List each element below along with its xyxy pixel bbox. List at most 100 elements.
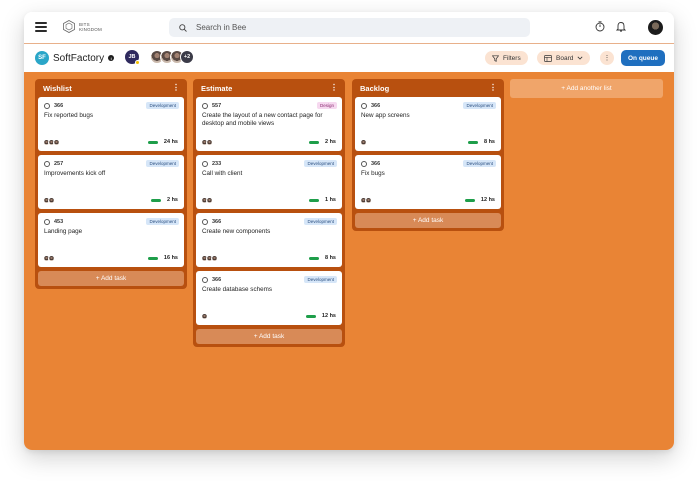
on-queue-button[interactable]: On queue <box>621 50 665 66</box>
progress-bar <box>308 256 319 260</box>
task-title: Fix bugs <box>361 170 385 177</box>
task-number: 366 <box>212 219 222 225</box>
task-number: 366 <box>212 277 222 283</box>
list-header: Wishlist ⋮ <box>38 79 184 97</box>
task-tag: Development <box>304 218 337 225</box>
filters-label: Filters <box>503 54 521 62</box>
list-header: Estimate ⋮ <box>196 79 342 97</box>
hamburger-menu-icon[interactable] <box>35 22 47 32</box>
task-tag: Development <box>146 102 179 109</box>
task-number: 366 <box>54 103 64 109</box>
task-card[interactable]: 366 Development Create database schems 1… <box>196 271 342 325</box>
hexagon-logo-icon <box>63 20 75 33</box>
project-badge: SF <box>35 51 49 65</box>
list-menu-icon[interactable]: ⋮ <box>489 84 497 92</box>
search-icon <box>179 23 187 32</box>
info-icon[interactable]: i <box>108 55 115 61</box>
progress-bar <box>464 198 475 202</box>
avatar <box>360 139 367 146</box>
task-card[interactable]: 257 Development Improvements kick off 2 … <box>38 155 184 209</box>
more-options-button[interactable]: ⋮ <box>600 51 614 65</box>
timer-icon[interactable] <box>595 21 605 32</box>
task-id: 453 <box>44 219 63 225</box>
task-number: 453 <box>54 219 64 225</box>
avatar <box>53 139 60 146</box>
list-wishlist: Wishlist ⋮ 366 Development Fix reported … <box>35 79 187 289</box>
task-title: Call with client <box>202 170 243 177</box>
avatar <box>201 313 208 320</box>
task-card[interactable]: 366 Development Fix reported bugs 24 hs <box>38 97 184 151</box>
task-assignees <box>201 139 213 146</box>
top-bar: BITS KINGDOM <box>24 12 674 44</box>
progress-bar <box>150 198 161 202</box>
task-card[interactable]: 453 Development Landing page 16 hs <box>38 213 184 267</box>
task-estimate: 2 hs <box>150 197 178 203</box>
avatar <box>211 255 218 262</box>
lock-icon <box>44 161 50 167</box>
task-time: 8 hs <box>483 139 495 145</box>
bell-icon[interactable] <box>616 21 626 32</box>
task-number: 366 <box>371 161 381 167</box>
list-estimate: Estimate ⋮ 557 Design Create the layout … <box>193 79 345 347</box>
list-title: Backlog <box>360 83 390 93</box>
list-menu-icon[interactable]: ⋮ <box>330 84 338 92</box>
task-tag: Design <box>316 102 337 109</box>
task-time: 2 hs <box>324 139 336 145</box>
user-avatar[interactable] <box>648 20 663 35</box>
project-header: SF SoftFactory i JB +2 Filters Board ⋮ O… <box>24 45 674 71</box>
task-assignees <box>360 139 367 146</box>
task-card[interactable]: 366 Development New app screens 8 hs <box>355 97 501 151</box>
task-time: 1 hs <box>324 197 336 203</box>
lock-icon <box>202 219 208 225</box>
task-title: Create new components <box>202 228 271 235</box>
project-name: SoftFactory <box>53 52 105 64</box>
filters-button[interactable]: Filters <box>485 51 528 65</box>
task-card[interactable]: 366 Development Fix bugs 12 hs <box>355 155 501 209</box>
search-bar[interactable] <box>169 18 530 37</box>
task-id: 557 <box>202 103 221 109</box>
avatar <box>48 255 55 262</box>
search-input[interactable] <box>196 23 496 32</box>
list-title: Wishlist <box>43 83 72 93</box>
task-number: 557 <box>212 103 222 109</box>
task-tag: Development <box>304 276 337 283</box>
task-assignees <box>43 139 60 146</box>
task-card[interactable]: 233 Development Call with client 1 hs <box>196 155 342 209</box>
more-members-count[interactable]: +2 <box>180 50 194 64</box>
add-task-button[interactable]: + Add task <box>355 213 501 228</box>
task-time: 24 hs <box>163 139 178 145</box>
task-id: 257 <box>44 161 63 167</box>
task-title: Landing page <box>44 228 83 235</box>
task-title: Improvements kick off <box>44 170 106 177</box>
board-view-dropdown[interactable]: Board <box>537 51 591 65</box>
task-time: 12 hs <box>480 197 495 203</box>
task-card[interactable]: 366 Development Create new components 8 … <box>196 213 342 267</box>
lock-icon <box>202 277 208 283</box>
add-task-button[interactable]: + Add task <box>38 271 184 286</box>
task-title: Create database schems <box>202 286 273 293</box>
lock-icon <box>361 161 367 167</box>
add-list-button[interactable]: + Add another list <box>510 79 663 98</box>
task-title: Fix reported bugs <box>44 112 94 119</box>
task-assignees <box>201 255 218 262</box>
logo[interactable]: BITS KINGDOM <box>63 20 105 33</box>
list-menu-icon[interactable]: ⋮ <box>172 84 180 92</box>
list-title: Estimate <box>201 83 233 93</box>
list-header: Backlog ⋮ <box>355 79 501 97</box>
avatar <box>365 197 372 204</box>
task-estimate: 16 hs <box>147 255 178 261</box>
add-task-button[interactable]: + Add task <box>196 329 342 344</box>
app-window: BITS KINGDOM SF SoftFactory i JB <box>24 12 674 450</box>
task-card[interactable]: 557 Design Create the layout of a new co… <box>196 97 342 151</box>
lock-icon <box>202 103 208 109</box>
task-number: 257 <box>54 161 64 167</box>
task-time: 8 hs <box>324 255 336 261</box>
project-title[interactable]: SF SoftFactory i <box>35 51 115 65</box>
team-avatars[interactable]: +2 <box>150 50 194 64</box>
task-tag: Development <box>146 160 179 167</box>
task-assignees <box>201 197 213 204</box>
member-avatar-jb[interactable]: JB <box>125 50 140 65</box>
task-id: 366 <box>361 103 380 109</box>
lock-icon <box>44 103 50 109</box>
task-assignees <box>43 197 55 204</box>
